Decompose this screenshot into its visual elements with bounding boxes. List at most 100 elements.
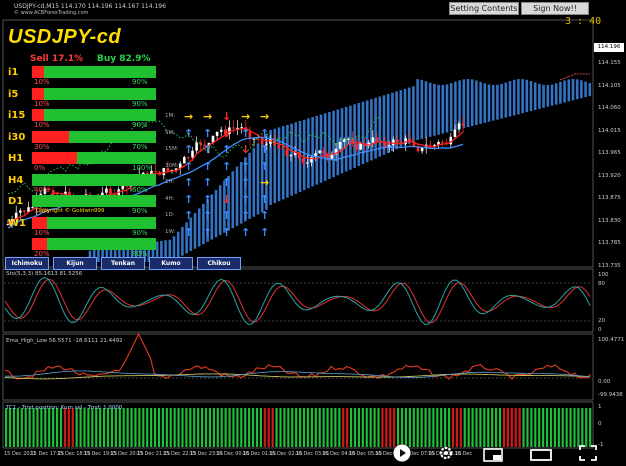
trend-hist-bar xyxy=(103,408,106,447)
trend-hist-bar xyxy=(267,408,270,447)
play-button[interactable] xyxy=(393,444,411,462)
trend-hist-bar xyxy=(334,408,337,447)
tab-tenkan[interactable]: Tenkan xyxy=(101,257,145,270)
arrow-right-icon: → xyxy=(241,110,251,123)
trend-hist-bar xyxy=(263,408,266,447)
arrow-right-icon: → xyxy=(260,110,270,123)
trend-hist-bar xyxy=(373,408,376,447)
miniplayer-button[interactable] xyxy=(483,447,503,462)
trend-hist-bar xyxy=(189,408,192,447)
trend-hist-bar xyxy=(404,408,408,447)
trend-hist-bar xyxy=(534,408,537,447)
trend-hist-bar xyxy=(8,408,12,447)
trend-hist-bar xyxy=(279,408,282,447)
candle-body xyxy=(429,144,432,146)
ema-axis-tick: 100.4771 xyxy=(598,337,625,343)
candle-body xyxy=(252,138,256,140)
price-tick: 113.920 xyxy=(598,172,621,179)
strength-bar xyxy=(32,238,156,250)
price-tick: 113.735 xyxy=(598,262,621,269)
arrow-up-icon: ↑ xyxy=(260,143,270,156)
stoch-axis-tick: 80 xyxy=(598,281,605,287)
trend-hist-bar xyxy=(365,408,368,447)
trend-hist-bar xyxy=(538,408,541,447)
candle-body xyxy=(277,145,280,149)
trend-hist-bar xyxy=(577,408,580,447)
tab-kumo[interactable]: Kumo xyxy=(149,257,193,270)
candle-body xyxy=(105,188,108,193)
trend-hist-bar xyxy=(302,408,306,447)
arrow-up-icon: ↑ xyxy=(222,225,232,239)
theater-mode-button[interactable] xyxy=(530,447,552,461)
trend-hist-bar xyxy=(463,408,466,447)
trend-hist-bar xyxy=(455,408,458,447)
settings-button[interactable] xyxy=(438,445,454,461)
candle-body xyxy=(154,170,157,172)
price-tick: 113.830 xyxy=(598,217,621,224)
arrow-up-icon: ↑ xyxy=(184,143,194,156)
tab-chikou[interactable]: Chikou xyxy=(197,257,241,270)
trend-hist-bar xyxy=(322,408,325,447)
buy-strength-text: 100% xyxy=(132,164,153,172)
stoch-signal-line xyxy=(4,278,591,324)
arrow-up-icon: ↑ xyxy=(260,225,270,239)
arrow-up-icon: ↑ xyxy=(222,159,232,173)
trend-hist-bar xyxy=(130,408,133,447)
trend-hist-bar xyxy=(204,408,208,447)
candle-body xyxy=(215,131,219,136)
arrow-up-icon: ↑ xyxy=(241,126,251,140)
signal-row-label: 5M: xyxy=(165,129,176,136)
trend-hist-bar xyxy=(161,408,164,447)
sell-strength-text: 10% xyxy=(34,99,50,108)
trend-hist-bar xyxy=(440,408,443,447)
trend-hist-bar xyxy=(338,408,341,447)
trend-hist-bar xyxy=(150,408,153,447)
trend-hist-bar xyxy=(549,408,553,447)
arrow-up-icon: ↑ xyxy=(241,192,251,206)
signal-row-label: 1W: xyxy=(165,228,176,235)
stoch-axis-tick: 0 xyxy=(598,327,602,333)
trend-hist-bar xyxy=(44,408,47,447)
trend-hist-bar xyxy=(142,408,145,447)
signal-row-label: 30M: xyxy=(165,162,179,169)
trend-hist-bar xyxy=(165,408,168,447)
trend-hist-bar xyxy=(518,408,521,447)
timeframe-label: D1 xyxy=(8,196,24,207)
trend-hist-bar xyxy=(557,408,560,447)
trend-hist-bar xyxy=(48,408,51,447)
arrow-right-icon: → xyxy=(203,110,213,123)
price-tick: 114.060 xyxy=(598,105,621,111)
ema-axis-tick: 0.00 xyxy=(598,379,611,385)
setting-contents-button[interactable]: Setting Contents xyxy=(449,2,519,15)
buy-strength-text: 70% xyxy=(132,142,148,151)
trend-hist-bar xyxy=(5,408,8,447)
fullscreen-icon xyxy=(579,445,597,461)
trend-hist-bar xyxy=(393,408,396,447)
trend-hist-bar xyxy=(502,408,506,447)
sign-now-button[interactable]: Sign Now!! xyxy=(521,2,589,15)
trend-hist-bar xyxy=(432,408,435,447)
trend-hist-bar xyxy=(569,408,572,447)
candle-body xyxy=(396,139,399,143)
buy-strength-text: 90% xyxy=(132,207,148,215)
tab-kijun[interactable]: Kijun xyxy=(53,257,97,270)
arrow-up-icon: ↑ xyxy=(241,209,251,222)
arrow-right-icon: → xyxy=(260,176,270,189)
trend-hist-bar xyxy=(118,408,121,447)
trend-hist-bar xyxy=(447,408,451,447)
timeframe-label: H4 xyxy=(8,174,24,186)
trend-hist-bar xyxy=(357,408,360,447)
trend-hist-bar xyxy=(291,408,294,447)
fullscreen-button[interactable] xyxy=(579,445,597,461)
candle-body xyxy=(441,141,444,143)
timeframe-label: H1 xyxy=(8,153,24,164)
price-tick: 113.965 xyxy=(598,150,621,156)
candle-body xyxy=(330,154,334,159)
candle-body xyxy=(359,143,362,150)
strength-bar xyxy=(32,66,156,78)
tab-ichimoku[interactable]: Ichimoku xyxy=(5,257,49,270)
trend-hist-bar xyxy=(255,408,259,447)
candle-body xyxy=(187,157,190,159)
dashboard-title: USDJPY-cd xyxy=(8,26,122,48)
trend-hist-bar xyxy=(530,408,533,447)
